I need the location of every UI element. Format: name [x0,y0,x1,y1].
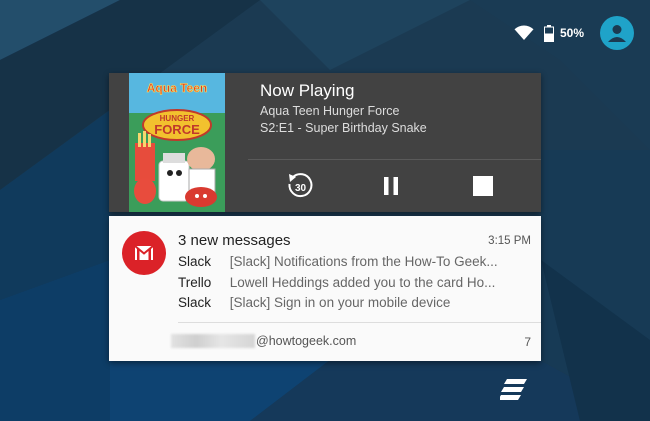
gmail-notification[interactable]: 3 new messages 3:15 PM Slack [Slack] Not… [109,216,541,361]
notification-count: 7 [524,335,531,349]
notification-divider [178,322,541,323]
gmail-icon [134,245,154,260]
gmail-icon-badge [122,231,166,275]
media-title: Now Playing [260,81,355,100]
redacted-name [171,334,255,348]
pause-icon [384,177,398,195]
art-title-1: Aqua Teen [147,81,207,95]
account-row: @howtogeek.com [171,334,356,348]
account-avatar[interactable] [600,16,634,50]
message-text: [Slack] Notifications from the How-To Ge… [229,254,498,269]
album-art: Aqua Teen HUNGER FORCE [129,73,225,212]
message-text: [Slack] Sign in on your mobile device [229,295,451,310]
replay-seconds: 30 [295,183,307,194]
replay-30-icon: 30 [288,173,313,198]
message-sender: Slack [178,295,212,310]
battery-icon [543,24,554,42]
stop-icon [473,176,493,196]
media-artist: Aqua Teen Hunger Force [260,104,400,118]
replay-30-button[interactable]: 30 [283,169,317,203]
clear-all-icon [498,379,527,400]
stop-button[interactable] [466,169,500,203]
notification-title: 3 new messages [178,232,291,249]
message-sender: Trello [178,275,212,290]
notification-time: 3:15 PM [488,235,531,247]
account-icon [608,25,626,42]
clear-all-button[interactable] [498,378,530,402]
pause-button[interactable] [374,169,408,203]
message-row[interactable]: Slack [Slack] Notifications from the How… [178,254,534,269]
message-sender: Slack [178,254,212,269]
art-title-3: FORCE [154,122,200,137]
wifi-icon [514,25,534,41]
message-row[interactable]: Slack [Slack] Sign in on your mobile dev… [178,295,534,310]
status-bar: 50% [514,16,634,50]
media-episode: S2:E1 - Super Birthday Snake [260,121,427,135]
message-text: Lowell Heddings added you to the card Ho… [229,275,496,290]
message-row[interactable]: Trello Lowell Heddings added you to the … [178,275,534,290]
media-notification[interactable]: Aqua Teen HUNGER FORCE Now Playing Aqua … [109,73,541,212]
battery-percent: 50% [559,26,584,40]
media-divider [248,159,541,160]
account-email: @howtogeek.com [256,334,357,348]
media-controls: 30 [248,169,541,203]
